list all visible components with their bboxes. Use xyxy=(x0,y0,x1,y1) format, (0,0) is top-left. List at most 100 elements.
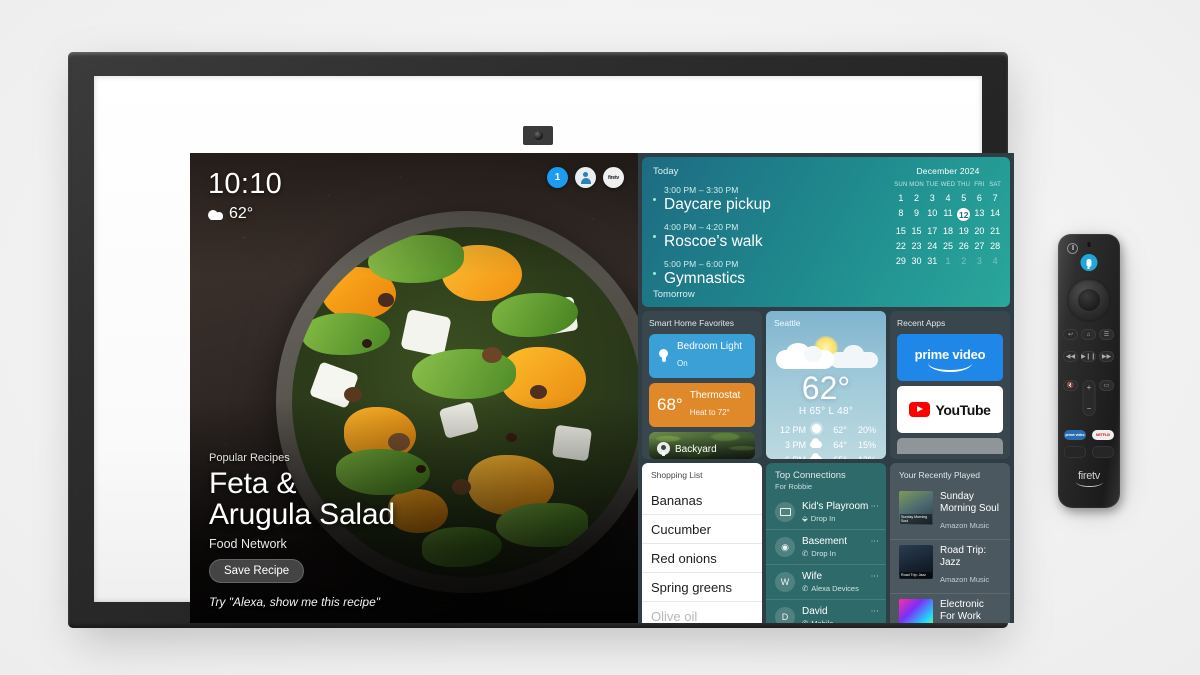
recently-played-item[interactable]: Electronic Electronic For Work Amazon Mu… xyxy=(890,594,1010,623)
calendar-day[interactable]: 23 xyxy=(909,241,925,251)
volume-down-button[interactable]: − xyxy=(1087,404,1092,413)
connection-overflow-menu[interactable]: ⋮ xyxy=(870,572,879,580)
connection-meta: ✆ Mobile xyxy=(802,619,833,623)
select-button[interactable] xyxy=(1078,289,1100,311)
calendar-day[interactable]: 29 xyxy=(893,256,909,266)
play-pause-button[interactable]: ▶❙❙ xyxy=(1081,351,1096,362)
power-button[interactable] xyxy=(1067,243,1078,254)
calendar-day[interactable]: 11 xyxy=(940,208,956,221)
volume-rocker[interactable]: + − xyxy=(1082,380,1096,416)
calendar-day[interactable]: 15 xyxy=(909,226,925,236)
calendar-day[interactable]: 30 xyxy=(909,256,925,266)
calendar-day[interactable]: 3 xyxy=(924,193,940,203)
shopping-list-title: Shopping List xyxy=(651,470,703,480)
calendar-day[interactable]: 28 xyxy=(987,241,1003,251)
calendar-day[interactable]: 1 xyxy=(893,193,909,203)
save-recipe-button[interactable]: Save Recipe xyxy=(209,559,305,583)
calendar-day[interactable]: 21 xyxy=(987,226,1003,236)
app-tile-youtube[interactable]: YouTube xyxy=(897,386,1003,433)
calendar-day[interactable]: 2 xyxy=(909,193,925,203)
calendar-day[interactable]: 4 xyxy=(940,193,956,203)
voice-button[interactable] xyxy=(1080,254,1098,271)
notification-badge[interactable]: 1 xyxy=(547,167,568,188)
calendar-day[interactable]: 25 xyxy=(940,241,956,251)
connection-overflow-menu[interactable]: ⋮ xyxy=(870,537,879,545)
calendar-day[interactable]: 6 xyxy=(972,193,988,203)
calendar-day[interactable]: 5 xyxy=(956,193,972,203)
fire-tv-remote[interactable]: ↩ ⌂ ☰ ◀◀ ▶❙❙ ▶▶ 🔇 ▭ + − prime video NETF… xyxy=(1058,234,1120,508)
camera-name: Backyard xyxy=(675,444,717,455)
calendar-day[interactable]: 13 xyxy=(972,208,988,221)
connection-row[interactable]: D David ✆ Mobile ⋮ xyxy=(766,600,886,623)
connection-row[interactable]: W Wife ✆ Alexa Devices ⋮ xyxy=(766,565,886,600)
tv-button[interactable]: ▭ xyxy=(1099,380,1114,391)
shopping-list-item[interactable]: Spring greens xyxy=(642,573,762,602)
smart-home-tile-thermostat[interactable]: 68° Thermostat Heat to 72° xyxy=(649,383,755,427)
app-shortcut-button-3[interactable] xyxy=(1064,446,1086,458)
fast-forward-button[interactable]: ▶▶ xyxy=(1099,351,1114,362)
recently-played-item[interactable]: Road Trip: Jazz Road Trip: Jazz Amazon M… xyxy=(890,540,1010,594)
connection-overflow-menu[interactable]: ⋮ xyxy=(870,502,879,510)
connection-row[interactable]: ◉ Basement ✆ Drop In ⋮ xyxy=(766,530,886,565)
calendar-day[interactable]: 10 xyxy=(924,208,940,221)
event-time: 5:00 PM – 6:00 PM xyxy=(664,258,739,269)
calendar-widget[interactable]: Today 3:00 PM – 3:30 PM Daycare pickup 4… xyxy=(642,157,1010,307)
calendar-day[interactable]: 9 xyxy=(909,208,925,221)
calendar-day[interactable]: 22 xyxy=(893,241,909,251)
calendar-day[interactable]: 24 xyxy=(924,241,940,251)
smart-home-tile-camera[interactable]: Backyard xyxy=(649,432,755,459)
calendar-day[interactable]: 20 xyxy=(972,226,988,236)
calendar-event[interactable]: 4:00 PM – 4:20 PM Roscoe's walk xyxy=(653,222,875,251)
calendar-day-today[interactable]: 12 xyxy=(956,208,972,221)
profile-avatar[interactable] xyxy=(575,167,596,188)
rewind-button[interactable]: ◀◀ xyxy=(1063,351,1078,362)
netflix-shortcut-button[interactable]: NETFLIX xyxy=(1092,430,1114,440)
shopping-list-item[interactable]: Olive oil xyxy=(642,602,762,623)
month-calendar[interactable]: December 2024 SUN MON TUE WED THU FRI SA… xyxy=(886,157,1010,307)
connection-row[interactable]: Kid's Playroom ⬙ Drop In ⋮ xyxy=(766,495,886,530)
calendar-day[interactable]: 19 xyxy=(956,226,972,236)
calendar-day-next-month[interactable]: 2 xyxy=(956,256,972,266)
dpad-ring[interactable] xyxy=(1067,278,1111,322)
app-tile-partial[interactable] xyxy=(897,438,1003,454)
mute-button[interactable]: 🔇 xyxy=(1063,380,1078,391)
shopping-list-item[interactable]: Bananas xyxy=(642,486,762,515)
weather-widget[interactable]: Seattle 62° H 65° L 48° 12 PM 62° 20% 3 … xyxy=(766,311,886,459)
calendar-day-next-month[interactable]: 4 xyxy=(987,256,1003,266)
top-connections-widget[interactable]: Top Connections For Robbie Kid's Playroo… xyxy=(766,463,886,623)
app-shortcut-button-4[interactable] xyxy=(1092,446,1114,458)
connection-overflow-menu[interactable]: ⋮ xyxy=(870,607,879,615)
shopping-list-item[interactable]: Red onions xyxy=(642,544,762,573)
calendar-event[interactable]: 3:00 PM – 3:30 PM Daycare pickup xyxy=(653,185,875,214)
shopping-list-item[interactable]: Cucumber xyxy=(642,515,762,544)
firetv-badge[interactable]: firetv xyxy=(603,167,624,188)
calendar-day[interactable]: 26 xyxy=(956,241,972,251)
calendar-event[interactable]: 5:00 PM – 6:00 PM Gymnastics xyxy=(653,259,875,288)
calendar-day[interactable]: 17 xyxy=(924,226,940,236)
smart-home-tile-light[interactable]: Bedroom Light On xyxy=(649,334,755,378)
calendar-day[interactable]: 18 xyxy=(940,226,956,236)
home-button[interactable]: ⌂ xyxy=(1081,329,1096,340)
recent-apps-widget[interactable]: Recent Apps prime video YouTube xyxy=(890,311,1010,459)
prime-video-shortcut-button[interactable]: prime video xyxy=(1064,430,1086,440)
calendar-day-next-month[interactable]: 3 xyxy=(972,256,988,266)
volume-up-button[interactable]: + xyxy=(1087,383,1092,392)
recently-played-widget[interactable]: Your Recently Played Sunday Morning Soul… xyxy=(890,463,1010,623)
calendar-day[interactable]: 7 xyxy=(987,193,1003,203)
calendar-day[interactable]: 8 xyxy=(893,208,909,221)
back-button[interactable]: ↩ xyxy=(1063,329,1078,340)
recipe-hero-panel[interactable]: 10:10 62° 1 firetv Popular Recipes Feta … xyxy=(190,153,638,623)
shopping-list-widget[interactable]: Shopping List Bananas Cucumber Red onion… xyxy=(642,463,762,623)
connection-name: Wife xyxy=(802,571,822,582)
calendar-day[interactable]: 31 xyxy=(924,256,940,266)
smart-home-widget[interactable]: Smart Home Favorites Bedroom Light On 68… xyxy=(642,311,762,459)
today-events[interactable]: Today 3:00 PM – 3:30 PM Daycare pickup 4… xyxy=(642,157,886,307)
calendar-day[interactable]: 15 xyxy=(893,226,909,236)
app-tile-prime-video[interactable]: prime video xyxy=(897,334,1003,381)
calendar-day-next-month[interactable]: 1 xyxy=(940,256,956,266)
recently-played-item[interactable]: Sunday Morning Soul Sunday Morning Soul … xyxy=(890,486,1010,540)
calendar-day[interactable]: 14 xyxy=(987,208,1003,221)
calendar-day[interactable]: 27 xyxy=(972,241,988,251)
status-badges: 1 firetv xyxy=(547,167,624,188)
menu-button[interactable]: ☰ xyxy=(1099,329,1114,340)
